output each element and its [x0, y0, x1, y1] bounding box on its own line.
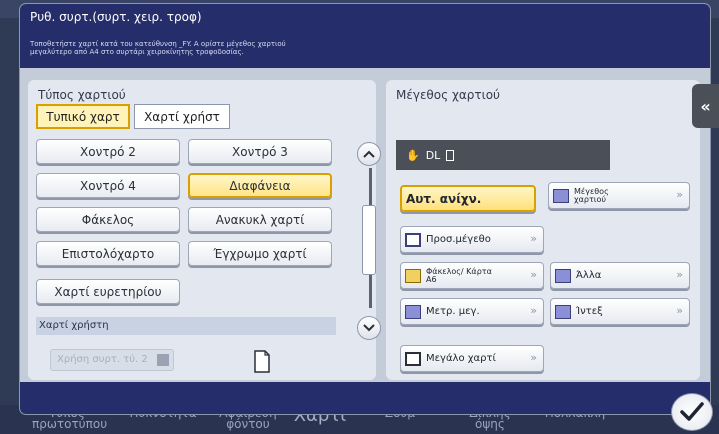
other-size-icon [555, 268, 571, 283]
chevron-right-icon: » [530, 232, 537, 245]
dialog-header: Ρυθ. συρτ.(συρτ. χειρ. τροφ) Τοποθετήστε… [20, 4, 710, 68]
current-size-display: ✋ DL [396, 140, 610, 170]
scroll-up-button[interactable] [357, 142, 381, 166]
photo-size-icon [405, 304, 421, 319]
square-icon [157, 354, 169, 366]
chevron-right-icon: » [530, 304, 537, 317]
index-tab-button[interactable]: Ίντεξ » [550, 298, 690, 325]
colored-paper-button[interactable]: Έγχρωμο χαρτί [188, 241, 332, 266]
checkmark-icon [680, 402, 704, 421]
index-tab-icon [555, 304, 571, 319]
dialog-footer [20, 382, 710, 414]
index-paper-button[interactable]: Χαρτί ευρετηρίου [36, 279, 180, 304]
tab-custom-paper[interactable]: Χαρτί χρήστ [134, 104, 230, 129]
chevron-up-icon [363, 150, 375, 158]
wide-paper-button[interactable]: Μεγάλο χαρτί » [400, 345, 544, 372]
envelope-small-icon [446, 149, 455, 161]
chevron-right-icon: » [530, 268, 537, 281]
custom-size-button[interactable]: Προσ.μέγεθο » [400, 226, 544, 253]
auto-detect-label: Αυτ. ανίχν. [406, 191, 482, 206]
photo-size-label: Μετρ. μεγ. [426, 306, 480, 317]
paper-type-panel: Τύπος χαρτιού Τυπικό χαρτ Χαρτί χρήστ Χο… [28, 80, 381, 380]
current-size-text: DL [425, 148, 441, 162]
ok-button[interactable] [671, 393, 713, 431]
photo-size-button[interactable]: Μετρ. μεγ. » [400, 298, 544, 325]
other-size-label: Άλλα [576, 270, 602, 281]
paper-size-button-label: Μέγεθος χαρτιού [574, 186, 609, 204]
chevron-right-icon: » [676, 304, 683, 317]
custom-tray-type-text: Χρήση συρτ. τύ. 2 [57, 354, 148, 365]
wide-paper-label: Μεγάλο χαρτί [426, 353, 496, 364]
double-chevron-left-icon: « [700, 96, 711, 116]
wide-paper-icon [405, 351, 421, 366]
heavy4-button[interactable]: Χοντρό 4 [36, 173, 180, 198]
chevron-right-icon: » [530, 351, 537, 364]
paper-size-label: Μέγεθος χαρτιού [396, 88, 500, 102]
custom-tray-type-field: Χρήση συρτ. τύ. 2 [50, 349, 174, 371]
scroll-down-button[interactable] [357, 316, 381, 340]
chevron-down-icon [363, 324, 375, 332]
custom-size-label: Προσ.μέγεθο [426, 234, 491, 245]
tab-standard-paper[interactable]: Τυπικό χαρτ [36, 104, 130, 129]
dialog-instructions: Τοποθετήστε χαρτί κατά του κατεύθυνση _F… [30, 40, 286, 56]
collapse-panel-button[interactable]: « [692, 84, 719, 128]
envelope-button[interactable]: Φάκελος [36, 207, 180, 232]
envelope-icon [405, 268, 421, 283]
recycled-button[interactable]: Ανακυκλ χαρτί [188, 207, 332, 232]
chevron-right-icon: » [676, 188, 683, 201]
paper-size-icon [553, 188, 569, 203]
dialog-title: Ρυθ. συρτ.(συρτ. χειρ. τροφ) [30, 10, 202, 24]
custom-size-icon [405, 232, 421, 247]
transparency-button[interactable]: Διαφάνεια [188, 173, 332, 198]
chevron-right-icon: » [676, 268, 683, 281]
index-tab-label: Ίντεξ [576, 306, 603, 317]
envelope-postcard-button[interactable]: Φάκελος/ Κάρτα Α6 » [400, 262, 544, 289]
auto-detect-button[interactable]: Αυτ. ανίχν. [400, 185, 536, 212]
envelope-postcard-label: Φάκελος/ Κάρτα Α6 [426, 266, 492, 284]
paper-size-panel: Μέγεθος χαρτιού ✋ DL Αυτ. ανίχν. Μέγεθος… [386, 80, 700, 380]
document-icon [254, 350, 270, 373]
custom-paper-bar: Χαρτί χρήστη [36, 317, 336, 335]
scroll-thumb[interactable] [362, 205, 376, 275]
paper-size-button[interactable]: Μέγεθος χαρτιού » [548, 182, 690, 209]
paper-type-label: Τύπος χαρτιού [38, 88, 126, 102]
hand-icon: ✋ [406, 148, 420, 162]
letterhead-button[interactable]: Επιστολόχαρτο [36, 241, 180, 266]
heavy3-button[interactable]: Χοντρό 3 [188, 139, 332, 164]
paper-tray-settings-dialog: Ρυθ. συρτ.(συρτ. χειρ. τροφ) Τοποθετήστε… [20, 4, 710, 414]
heavy2-button[interactable]: Χοντρό 2 [36, 139, 180, 164]
other-size-button[interactable]: Άλλα » [550, 262, 690, 289]
